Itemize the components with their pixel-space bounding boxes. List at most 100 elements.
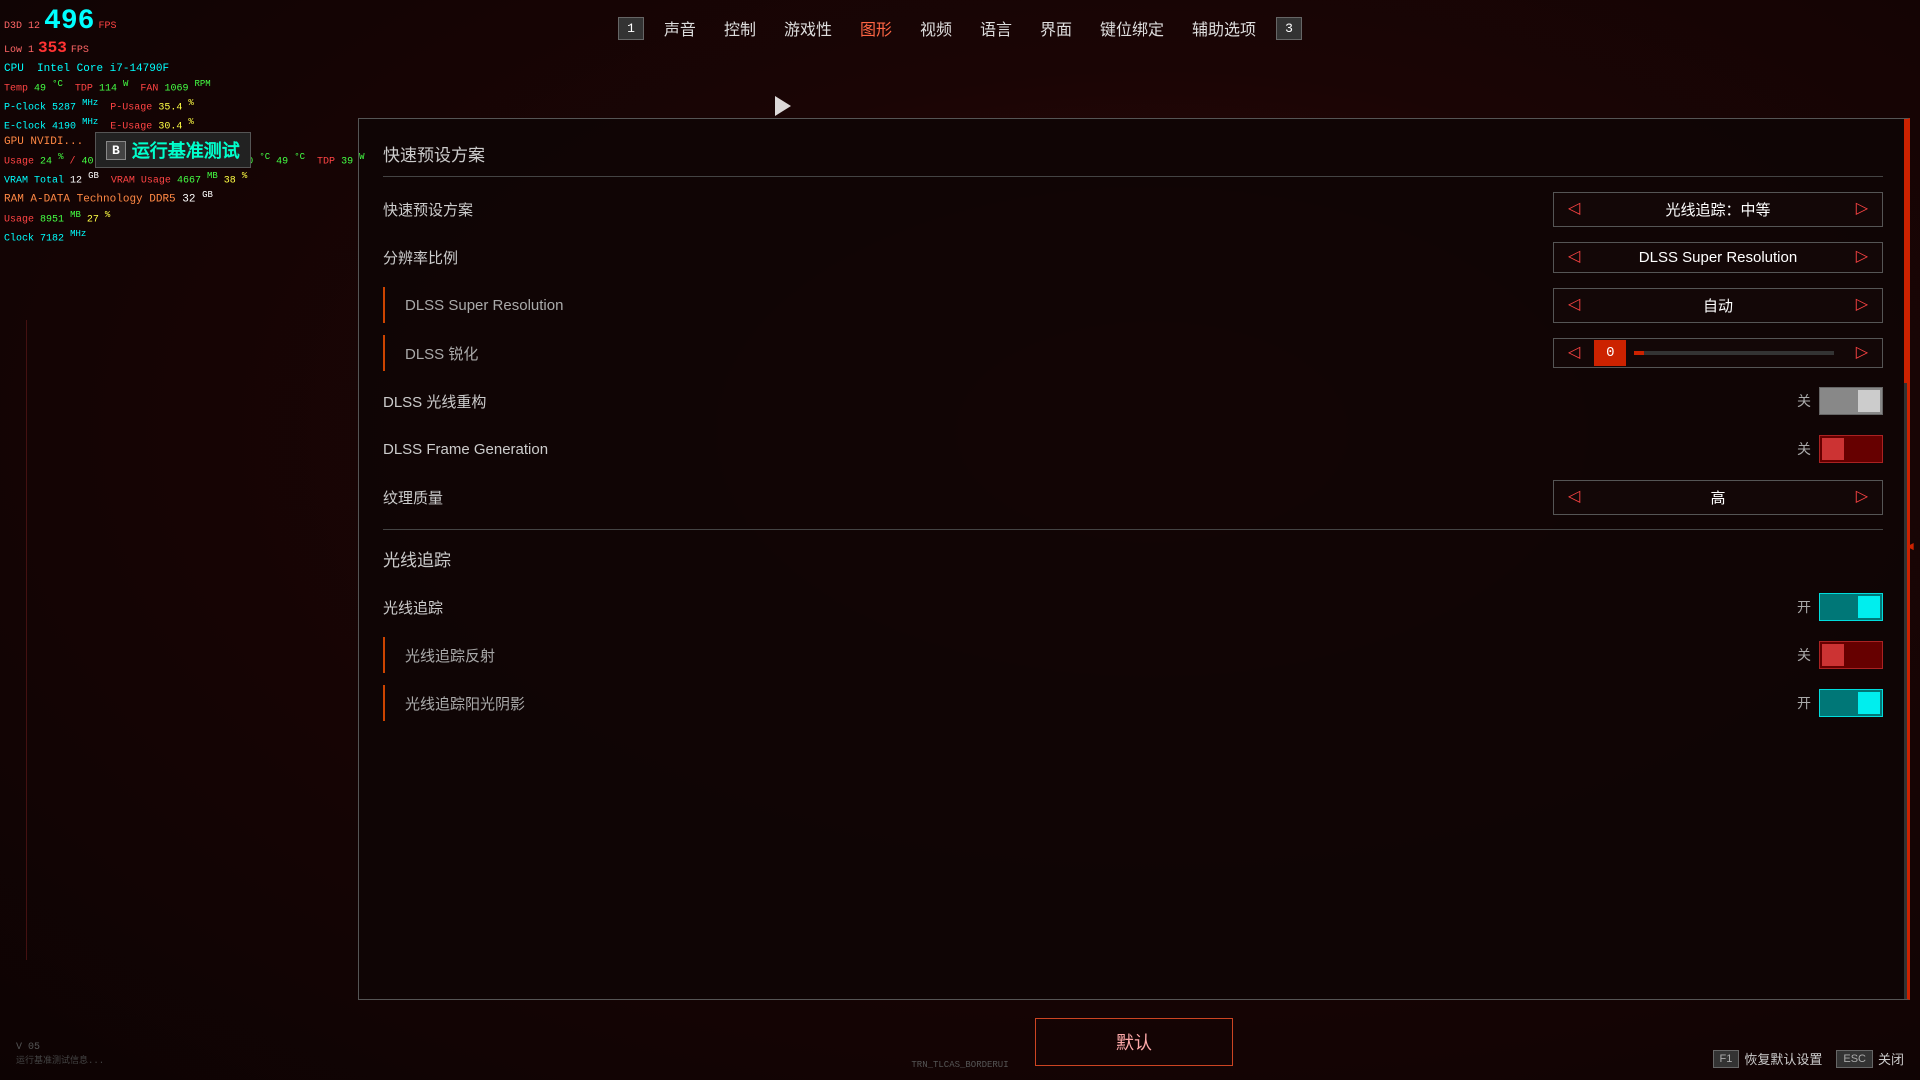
hud-vram-usage-unit: MB — [207, 171, 218, 181]
raytracing-section: 光线追踪 — [383, 529, 1883, 575]
hud-gpu-label: GPU — [4, 136, 24, 148]
dlss-frame-gen-label: DLSS Frame Generation — [383, 441, 548, 458]
quick-preset-label: 快速预设方案 — [383, 199, 473, 220]
hud-vram-usage-pct: 38 — [224, 176, 236, 187]
hud-ram-name: A-DATA Technology DDR5 — [30, 194, 175, 206]
default-button[interactable]: 默认 — [1035, 1018, 1233, 1066]
hud-ram-usage-unit: MB — [70, 210, 81, 220]
hud-ram-clock-val: 7182 — [40, 233, 64, 244]
quick-preset-value: 光线追踪：中等 — [1594, 193, 1841, 226]
close-btn[interactable]: ESC 关闭 — [1836, 1049, 1904, 1068]
bottom-right-controls: F1 恢复默认设置 ESC 关闭 — [1713, 1049, 1905, 1068]
dlss-super-res-value: 自动 — [1594, 289, 1841, 322]
hud-ram-label: RAM — [4, 194, 24, 206]
hud-eclock-unit: MHz — [82, 117, 98, 127]
dlss-recon-status: 关 — [1797, 391, 1811, 411]
hud-tdp-val: 114 — [99, 83, 117, 94]
dlss-frame-gen-status: 关 — [1797, 439, 1811, 459]
resolution-scale-left-btn[interactable]: ◁ — [1554, 243, 1594, 271]
dlss-sharpen-control[interactable]: ◁ 0 ▷ — [1553, 338, 1883, 368]
rt-sun-shadow-toggle-group: 开 — [1797, 689, 1883, 717]
dlss-sharpen-right-btn[interactable]: ▷ — [1842, 339, 1882, 367]
tab-interface[interactable]: 界面 — [1026, 12, 1086, 44]
hud-ram-clock-unit: MHz — [70, 229, 86, 239]
dlss-super-res-row: DLSS Super Resolution ◁ 自动 ▷ — [383, 287, 1883, 323]
texture-quality-left-btn[interactable]: ◁ — [1554, 483, 1594, 511]
benchmark-tooltip[interactable]: B 运行基准测试 — [95, 132, 251, 168]
restore-defaults-btn[interactable]: F1 恢复默认设置 — [1713, 1049, 1823, 1068]
tab-accessibility[interactable]: 辅助选项 — [1178, 12, 1270, 44]
tab-controls[interactable]: 控制 — [710, 12, 770, 44]
dlss-super-res-right-btn[interactable]: ▷ — [1842, 291, 1882, 319]
dlss-super-res-left-btn[interactable]: ◁ — [1554, 291, 1594, 319]
hud-gpu-name: NVIDI... — [30, 136, 83, 148]
restore-defaults-key: F1 — [1713, 1050, 1740, 1068]
bottom-bar: 默认 — [358, 1018, 1910, 1066]
hud-fan-unit: RPM — [194, 79, 210, 89]
resolution-scale-right-btn[interactable]: ▷ — [1842, 243, 1882, 271]
dlss-frame-gen-toggle[interactable] — [1819, 435, 1883, 463]
nav-num-1[interactable]: 1 — [618, 17, 644, 40]
version-sub: 运行基准测试信息... — [16, 1053, 104, 1066]
right-edge-indicator: ◄ — [1907, 540, 1914, 554]
hud-cpu-label: CPU — [4, 63, 24, 75]
bottom-version: V 05 运行基准测试信息... — [16, 1042, 104, 1066]
hud-ram-unit: GB — [202, 190, 213, 200]
tab-audio[interactable]: 声音 — [650, 12, 710, 44]
dlss-sharpen-left-btn[interactable]: ◁ — [1554, 339, 1594, 367]
hud-temp-unit: °C — [52, 79, 63, 89]
texture-quality-control[interactable]: ◁ 高 ▷ — [1553, 480, 1883, 515]
dlss-frame-gen-toggle-group: 关 — [1797, 435, 1883, 463]
rt-reflections-row: 光线追踪反射 关 — [383, 637, 1883, 673]
hud-gpu-usage-val2: 40 — [82, 157, 94, 168]
resolution-scale-label: 分辨率比例 — [383, 247, 458, 268]
raytracing-status: 开 — [1797, 597, 1811, 617]
top-navigation: 1 声音 控制 游戏性 图形 视频 语言 界面 键位绑定 辅助选项 3 — [0, 12, 1920, 44]
texture-quality-value: 高 — [1594, 481, 1841, 514]
close-key: ESC — [1836, 1050, 1873, 1068]
texture-quality-right-btn[interactable]: ▷ — [1842, 483, 1882, 511]
hud-ram-size: 32 — [182, 194, 195, 206]
hud-pclock-label: P-Clock — [4, 102, 46, 113]
dlss-recon-toggle-group: 关 — [1797, 387, 1883, 415]
hud-gpu-tdp-val: 39 — [341, 157, 353, 168]
dlss-super-res-control[interactable]: ◁ 自动 ▷ — [1553, 288, 1883, 323]
close-label: 关闭 — [1878, 1049, 1904, 1068]
dlss-sharpen-track[interactable] — [1634, 351, 1833, 355]
hud-pusage-unit: % — [188, 98, 193, 108]
tab-keybindings[interactable]: 键位绑定 — [1086, 12, 1178, 44]
raytracing-toggle-group: 开 — [1797, 593, 1883, 621]
tab-language[interactable]: 语言 — [966, 12, 1026, 44]
hud-gpu-sep: / — [69, 157, 81, 168]
rt-sun-shadow-toggle[interactable] — [1819, 689, 1883, 717]
quick-preset-control[interactable]: ◁ 光线追踪：中等 ▷ — [1553, 192, 1883, 227]
dlss-recon-toggle[interactable] — [1819, 387, 1883, 415]
resolution-scale-control[interactable]: ◁ DLSS Super Resolution ▷ — [1553, 242, 1883, 273]
tab-graphics[interactable]: 图形 — [846, 12, 906, 44]
version-text: V 05 — [16, 1042, 104, 1053]
rt-sun-shadow-row: 光线追踪阳光阴影 开 — [383, 685, 1883, 721]
hud-tdp-label: TDP — [69, 83, 93, 94]
nav-num-3[interactable]: 3 — [1276, 17, 1302, 40]
dlss-sharpen-label: DLSS 锐化 — [405, 343, 478, 364]
hud-cpu-name: Intel Core i7-14790F — [30, 63, 169, 75]
hud-gpu-usage-val: 24 — [40, 157, 52, 168]
dlss-frame-gen-row: DLSS Frame Generation 关 — [383, 431, 1883, 467]
hud-gpu-temp2-val: 49 — [276, 157, 288, 168]
hud-pclock-unit: MHz — [82, 98, 98, 108]
quick-preset-left-btn[interactable]: ◁ — [1554, 195, 1594, 223]
tab-gameplay[interactable]: 游戏性 — [770, 12, 846, 44]
raytracing-toggle[interactable] — [1819, 593, 1883, 621]
quick-preset-right-btn[interactable]: ▷ — [1842, 195, 1882, 223]
hud-temp-label: Temp — [4, 83, 28, 94]
tab-video[interactable]: 视频 — [906, 12, 966, 44]
rt-sun-shadow-status: 开 — [1797, 693, 1811, 713]
quick-preset-header: 快速预设方案 — [383, 135, 1883, 177]
cursor — [775, 96, 791, 116]
hud-fan-label: FAN — [134, 83, 158, 94]
hud-fan-val: 1069 — [164, 83, 188, 94]
rt-reflections-toggle[interactable] — [1819, 641, 1883, 669]
bottom-center-text: TRN_TLCAS_BORDERUI — [911, 1060, 1008, 1070]
hud-vram-total-unit: GB — [88, 171, 99, 181]
panel-inner: 快速预设方案 快速预设方案 ◁ 光线追踪：中等 ▷ 分辨率比例 ◁ DLSS S… — [359, 119, 1907, 999]
